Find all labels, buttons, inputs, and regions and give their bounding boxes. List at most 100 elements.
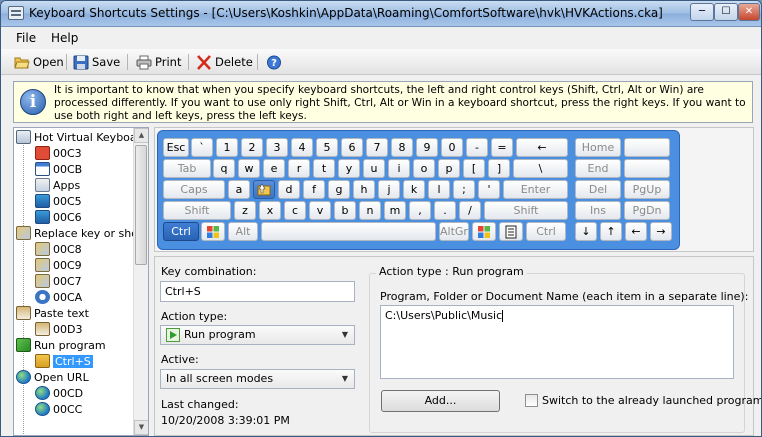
tree-node[interactable]: 00CB [35,161,82,177]
key-6[interactable]: 6 [341,138,363,157]
tree-node[interactable]: 00C3 [35,145,82,161]
key-u93[interactable]: ] [488,159,510,178]
tree-node[interactable]: Hot Virtual Keyboard [16,129,148,145]
tree-node[interactable]: Ctrl+S [35,353,93,369]
key-u61[interactable]: = [491,138,513,157]
key-d[interactable]: d [278,180,300,199]
key-Alt[interactable]: Alt [228,222,258,241]
tree-scrollbar[interactable]: ▲ ▼ [133,128,148,435]
key-u92[interactable]: \ [513,159,568,178]
menu-file[interactable]: File [16,31,36,45]
actions-tree[interactable]: Hot Virtual Keyboard 00C3 00CB Apps 00C5 00C6… [13,127,149,436]
maximize-button[interactable]: ☐ [714,3,738,21]
key-q[interactable]: q [213,159,235,178]
key-7[interactable]: 7 [366,138,388,157]
key-space[interactable] [261,222,436,241]
key-del[interactable]: Del [575,180,621,199]
key-4[interactable]: 4 [291,138,313,157]
key-v[interactable]: v [309,201,331,220]
tree-node[interactable]: 00CD [35,385,83,401]
tree-node[interactable]: 00C5 [35,193,82,209]
key-u8595[interactable]: ↓ [575,222,597,241]
key-8[interactable]: 8 [391,138,413,157]
key-h[interactable]: h [353,180,375,199]
key-w[interactable]: w [238,159,260,178]
minimize-button[interactable]: ─ [690,3,714,21]
key-u8592[interactable]: ← [516,138,568,157]
key-f[interactable]: f [303,180,325,199]
key-b[interactable]: b [334,201,356,220]
close-button[interactable]: ✕ [738,3,760,21]
menu-help[interactable]: Help [51,31,78,45]
key-u44[interactable]: , [409,201,431,220]
key-combination-field[interactable]: Ctrl+S [160,281,355,302]
key-o[interactable]: o [413,159,435,178]
title-bar[interactable]: Keyboard Shortcuts Settings - [C:\Users\… [1,1,761,27]
key-t[interactable]: t [313,159,335,178]
key-p[interactable]: p [438,159,460,178]
open-button[interactable]: Open [14,53,64,71]
scroll-thumb[interactable] [135,145,147,265]
key-left-ctrl[interactable]: Ctrl [163,222,199,241]
key-9[interactable]: 9 [416,138,438,157]
key-Ctrl[interactable]: Ctrl [526,222,566,241]
key-i[interactable]: i [388,159,410,178]
switch-checkbox[interactable] [525,394,538,407]
key-m[interactable]: m [384,201,406,220]
key-k[interactable]: k [403,180,425,199]
key-u8592[interactable]: ← [625,222,647,241]
key-u[interactable]: u [363,159,385,178]
add-button[interactable]: Add... [381,390,500,412]
tree-node[interactable]: 00C8 [35,241,82,257]
key-home[interactable]: Home [575,138,621,157]
key-a[interactable]: a [228,180,250,199]
scroll-up-icon[interactable]: ▲ [134,128,148,143]
tree-node[interactable]: 00C7 [35,273,82,289]
key-u96[interactable]: ` [191,138,213,157]
key-Caps[interactable]: Caps [163,180,225,199]
key-l[interactable]: l [428,180,450,199]
key-g[interactable]: g [328,180,350,199]
tree-node[interactable]: 00D3 [35,321,82,337]
tree-node[interactable]: 00C6 [35,209,82,225]
key-u45[interactable]: - [466,138,488,157]
key-Tab[interactable]: Tab [163,159,211,178]
key-u39[interactable]: ' [478,180,500,199]
key-end[interactable]: End [575,159,621,178]
key-j[interactable]: j [378,180,400,199]
scroll-down-icon[interactable]: ▼ [134,420,148,435]
key-right-win[interactable] [472,222,496,241]
key-1[interactable]: 1 [216,138,238,157]
key-blank[interactable] [624,138,670,157]
key-3[interactable]: 3 [266,138,288,157]
key-Shift[interactable]: Shift [484,201,568,220]
key-s[interactable] [253,180,275,199]
key-y[interactable]: y [338,159,360,178]
key-Esc[interactable]: Esc [163,138,189,157]
key-2[interactable]: 2 [241,138,263,157]
key-blank[interactable] [624,159,670,178]
delete-button[interactable]: Delete [196,53,253,71]
tree-node[interactable]: 00C9 [35,257,82,273]
tree-node[interactable]: 00CA [35,289,82,305]
save-button[interactable]: Save [73,53,120,71]
tree-node[interactable]: Paste text [16,305,89,321]
key-pgdn[interactable]: PgDn [624,201,670,220]
key-0[interactable]: 0 [441,138,463,157]
key-n[interactable]: n [359,201,381,220]
key-u59[interactable]: ; [453,180,475,199]
print-button[interactable]: Print [136,53,181,71]
key-Shift[interactable]: Shift [163,201,231,220]
key-u46[interactable]: . [434,201,456,220]
tree-node[interactable]: Open URL [16,369,89,385]
key-e[interactable]: e [263,159,285,178]
key-u8593[interactable]: ↑ [600,222,622,241]
key-ins[interactable]: Ins [575,201,621,220]
help-button[interactable]: ? [266,53,282,71]
action-type-select[interactable]: Run program ▼ [160,325,355,345]
key-r[interactable]: r [288,159,310,178]
tree-node[interactable]: 00CC [35,401,82,417]
tree-node[interactable]: Apps [35,177,80,193]
key-u47[interactable]: / [459,201,481,220]
active-select[interactable]: In all screen modes ▼ [160,369,355,389]
